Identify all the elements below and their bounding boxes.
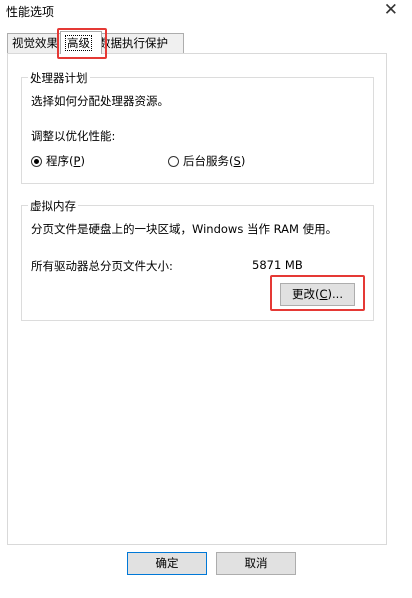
radio-background-label: 后台服务(S) [183,154,246,168]
radio-background-dot[interactable] [168,155,179,167]
processor-group-label: 处理器计划 [28,70,90,86]
tab-label: 高级 [65,35,92,51]
advanced-panel: 处理器计划 选择如何分配处理器资源。 调整以优化性能: 程序(P) 后台服务(S… [7,53,387,545]
tab-label: 数据执行保护 [99,36,168,50]
close-icon[interactable]: ✕ [384,0,398,20]
radio-programs[interactable]: 程序(P) [31,153,85,169]
processor-scheduling-group: 处理器计划 选择如何分配处理器资源。 调整以优化性能: 程序(P) 后台服务(S… [21,70,374,184]
paging-file-total-label: 所有驱动器总分页文件大小: [31,259,173,273]
virtual-memory-group-label: 虚拟内存 [28,198,78,214]
change-button[interactable]: 更改(C)... [280,283,355,306]
tab-advanced[interactable]: 高级 [60,31,102,54]
tab-label: 视觉效果 [12,36,58,50]
tab-data-execution-prevention[interactable]: 数据执行保护 [94,33,184,53]
cancel-button[interactable]: 取消 [216,552,296,575]
ok-button[interactable]: 确定 [127,552,207,575]
virtual-memory-group: 虚拟内存 分页文件是硬盘上的一块区域，Windows 当作 RAM 使用。 所有… [21,198,374,321]
paging-file-total-value: 5871 MB [252,258,303,272]
processor-description: 选择如何分配处理器资源。 [31,94,169,108]
adjust-label: 调整以优化性能: [31,129,116,143]
radio-background-services[interactable]: 后台服务(S) [168,153,245,169]
radio-programs-label: 程序(P) [46,154,85,168]
virtual-memory-description: 分页文件是硬盘上的一块区域，Windows 当作 RAM 使用。 [31,222,338,236]
radio-programs-dot[interactable] [31,155,42,167]
window-title: 性能选项 [6,5,55,19]
title-bar: 性能选项 ✕ [0,0,412,22]
